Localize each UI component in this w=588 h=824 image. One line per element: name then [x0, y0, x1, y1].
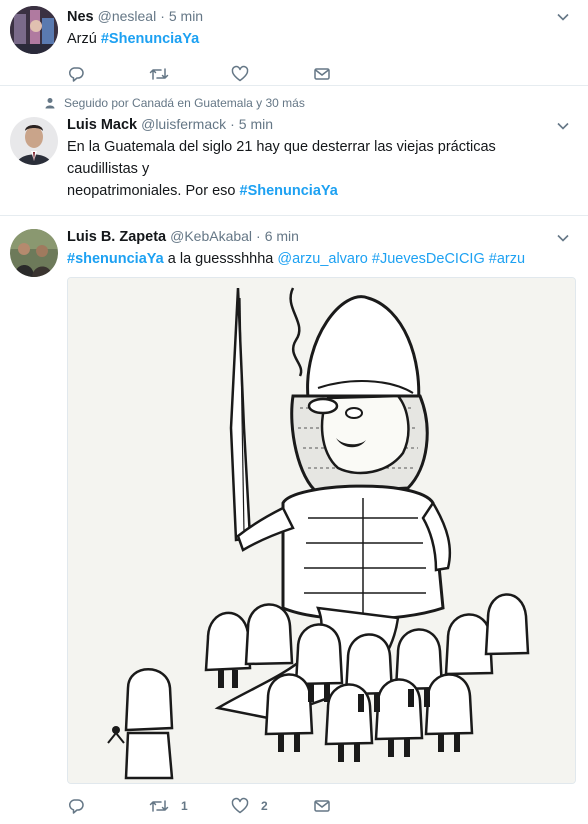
reply-button[interactable] [67, 797, 149, 815]
envelope-icon [314, 68, 330, 80]
like-count: 2 [261, 799, 268, 813]
tweet-text: Arzú #ShenunciaYa [67, 28, 568, 50]
caricature-illustration [68, 278, 575, 783]
tweet-2[interactable]: Seguido por Canadá en Guatemala y 30 más… [0, 86, 588, 233]
reply-button[interactable] [67, 65, 149, 83]
chevron-down-icon[interactable] [556, 10, 570, 24]
retweet-icon [149, 800, 169, 812]
retweet-icon [149, 68, 169, 80]
heart-icon [231, 797, 249, 814]
envelope-icon [314, 800, 330, 812]
hashtag-link[interactable]: #shenunciaYa [67, 251, 164, 267]
tweet-actions: 1 2 [67, 796, 395, 816]
hashtag-link[interactable]: #ShenunciaYa [101, 31, 199, 47]
chevron-down-icon[interactable] [556, 231, 570, 245]
separator-dot: · [256, 228, 261, 244]
username[interactable]: @nesleal [98, 8, 157, 24]
heart-icon [231, 65, 249, 82]
hashtag-link[interactable]: #JuevesDeCICIG [372, 251, 485, 267]
direct-message-button[interactable] [313, 65, 395, 83]
username[interactable]: @luisfermack [141, 116, 226, 132]
chevron-down-icon[interactable] [556, 119, 570, 133]
username[interactable]: @KebAkabal [170, 228, 252, 244]
tweet-text-plain: a la guessshhha [167, 251, 274, 267]
tweet-text-plain: Arzú [67, 31, 97, 47]
tweet-text-line-2: neopatrimoniales. Por eso [67, 183, 236, 199]
tweet-media-image[interactable] [67, 277, 576, 784]
timestamp[interactable]: 5 min [169, 8, 203, 24]
timestamp[interactable]: 5 min [239, 116, 273, 132]
retweet-button[interactable]: 1 [149, 797, 231, 815]
tweet-text-line-1: En la Guatemala del siglo 21 hay que des… [67, 139, 496, 177]
tweet-3[interactable]: Luis B. Zapeta @KebAkabal · 6 min #shenu… [0, 216, 588, 824]
separator-dot: · [230, 116, 235, 132]
fullname[interactable]: Nes [67, 9, 94, 25]
tweet-text: En la Guatemala del siglo 21 hay que des… [67, 136, 568, 202]
hashtag-link[interactable]: #arzu [489, 251, 525, 267]
timestamp[interactable]: 6 min [265, 228, 299, 244]
retweet-button[interactable] [149, 65, 231, 83]
tweet-actions [67, 64, 568, 84]
hashtag-link[interactable]: #ShenunciaYa [240, 183, 338, 199]
mention-link[interactable]: @arzu_alvaro [277, 251, 367, 267]
reply-icon [68, 799, 84, 814]
tweet-1[interactable]: Nes @nesleal · 5 min Arzú #ShenunciaYa [0, 0, 588, 86]
fullname[interactable]: Luis B. Zapeta [67, 229, 166, 245]
tweet-text: #shenunciaYa a la guessshhha @arzu_alvar… [67, 248, 568, 270]
retweet-count: 1 [181, 799, 188, 813]
separator-dot: · [160, 8, 165, 24]
like-button[interactable] [231, 65, 313, 83]
like-button[interactable]: 2 [231, 797, 313, 815]
direct-message-button[interactable] [313, 797, 395, 815]
fullname[interactable]: Luis Mack [67, 117, 137, 133]
reply-icon [68, 67, 84, 82]
